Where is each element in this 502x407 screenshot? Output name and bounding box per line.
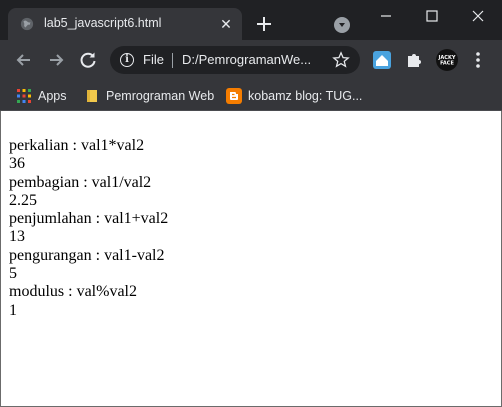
tab-title: lab5_javascript6.html xyxy=(44,16,162,30)
output-line: modulus : val%val2 xyxy=(9,283,137,301)
new-tab-button[interactable] xyxy=(254,14,274,34)
address-bar[interactable]: i File D:/PemrogramanWe... xyxy=(110,46,360,74)
bookmark-pemrograman-web[interactable]: Pemrograman Web xyxy=(84,87,214,105)
info-icon[interactable]: i xyxy=(120,53,134,67)
output-line: perkalian : val1*val2 xyxy=(9,137,145,154)
output-line: 13 xyxy=(9,228,25,246)
output-line: 36 xyxy=(9,155,25,173)
output-lines: perkalian : val1*val2 36 pembagian : val… xyxy=(9,137,168,320)
tab-search-button[interactable] xyxy=(334,17,350,33)
bookmark-kobamz-blog[interactable]: kobamz blog: TUG... xyxy=(226,87,366,105)
output-line: penjumlahan : val1+val2 xyxy=(9,210,169,228)
tab-close-icon[interactable]: ✕ xyxy=(218,16,234,32)
output-line: 5 xyxy=(9,265,17,283)
close-window-button[interactable] xyxy=(468,6,488,26)
tab-strip: lab5_javascript6.html ✕ xyxy=(0,0,502,40)
svg-text:FACE: FACE xyxy=(440,61,454,67)
bookmark-label: kobamz blog: TUG... xyxy=(248,89,363,103)
output-line: pembagian : val1/val2 xyxy=(9,173,152,191)
chevron-down-icon xyxy=(339,23,345,27)
globe-icon xyxy=(20,17,34,31)
output-line: 1 xyxy=(9,301,17,319)
bookmarks-bar: Apps Pemrograman Web kobamz blog: TUG... xyxy=(0,80,502,111)
omnibox-divider xyxy=(172,53,173,68)
bookmark-label: Pemrograman Web xyxy=(106,89,215,103)
back-button[interactable] xyxy=(14,50,34,70)
profile-avatar[interactable]: JACKY FACE xyxy=(436,49,458,71)
reload-button[interactable] xyxy=(78,50,98,70)
kebab-menu-icon[interactable] xyxy=(468,50,488,70)
bookmark-star-icon[interactable] xyxy=(332,51,350,69)
maximize-button[interactable] xyxy=(422,6,442,26)
forward-button[interactable] xyxy=(46,50,66,70)
home-extension-icon[interactable] xyxy=(372,50,392,70)
folder-icon xyxy=(87,90,97,102)
output-line: 2.25 xyxy=(9,191,37,209)
page-content: perkalian : val1*val2 36 pembagian : val… xyxy=(0,111,502,407)
output-line: pengurangan : val1-val2 xyxy=(9,246,165,264)
bookmark-apps[interactable]: Apps xyxy=(16,87,76,105)
bookmark-label: Apps xyxy=(38,89,67,103)
minimize-button[interactable] xyxy=(376,6,396,26)
toolbar: i File D:/PemrogramanWe... JACKY FACE xyxy=(0,40,502,80)
blogger-icon xyxy=(226,88,242,104)
extensions-puzzle-icon[interactable] xyxy=(404,50,424,70)
url-text[interactable]: D:/PemrogramanWe... xyxy=(182,52,311,67)
browser-tab[interactable]: lab5_javascript6.html ✕ xyxy=(8,8,242,40)
apps-grid-icon xyxy=(17,89,31,103)
url-scheme: File xyxy=(143,52,164,67)
